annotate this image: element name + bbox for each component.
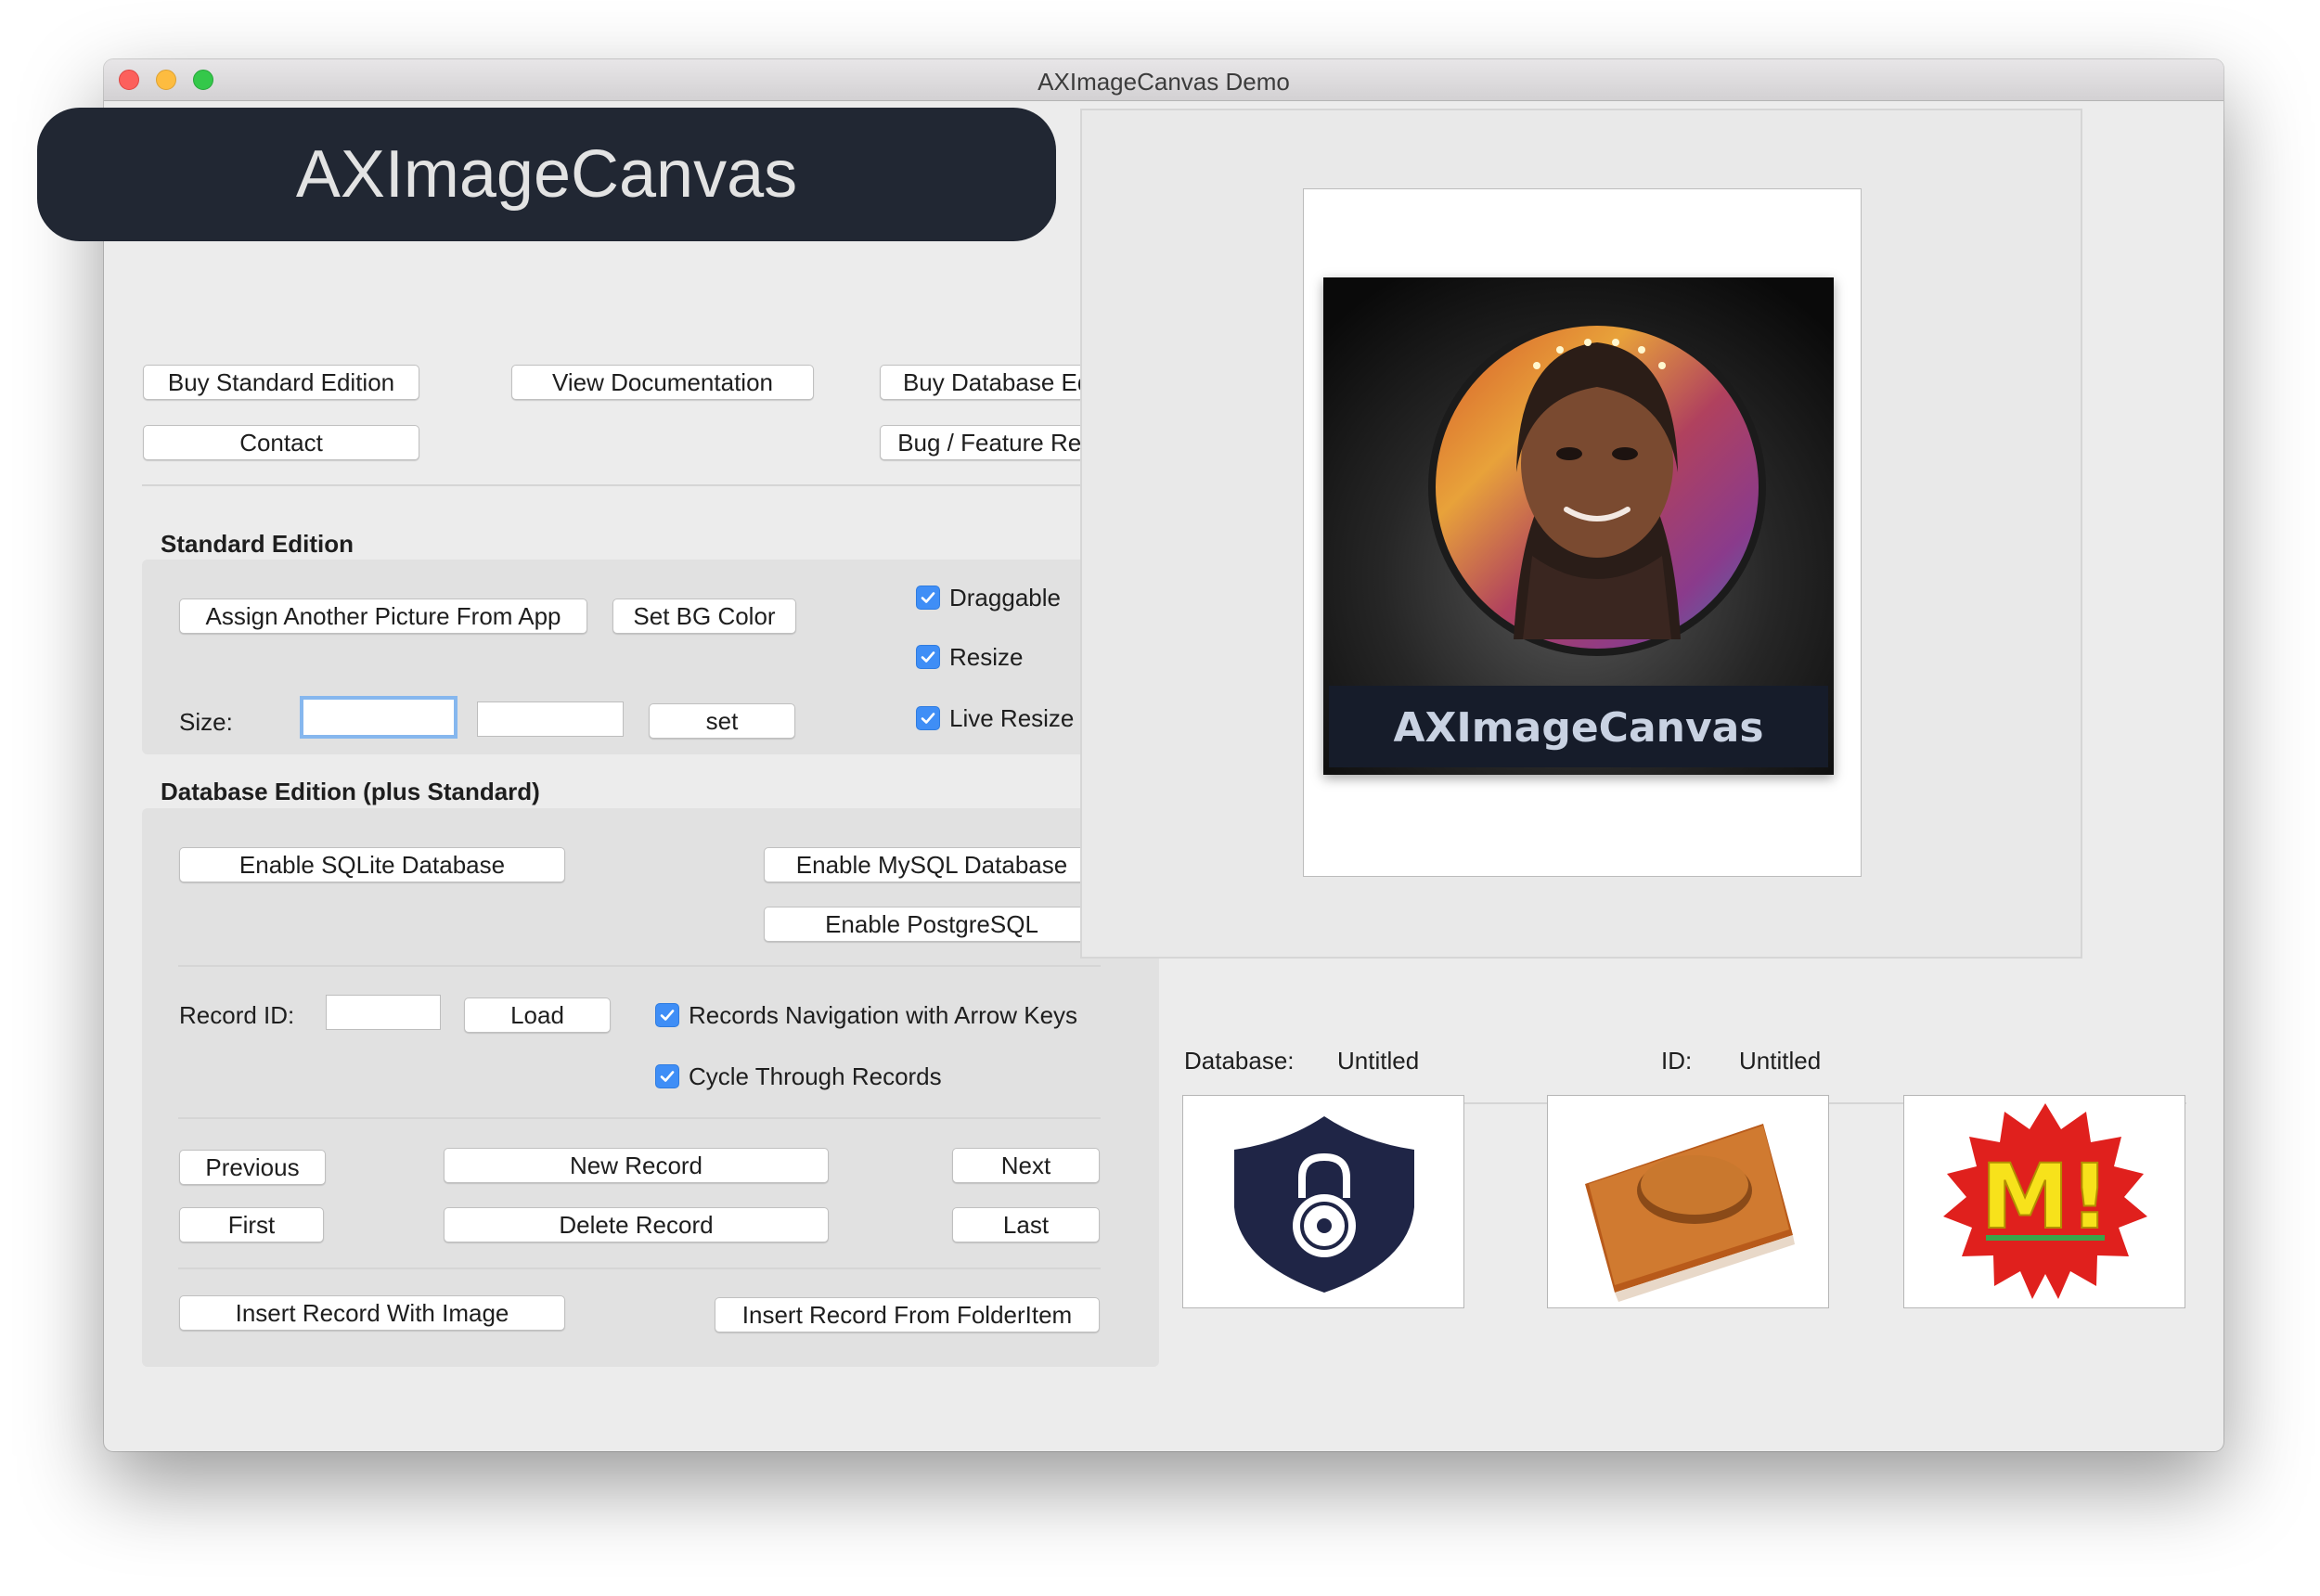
security-lock-icon (1234, 1116, 1414, 1293)
window-title: AXImageCanvas Demo (1038, 68, 1290, 96)
button-tile-icon (1585, 1124, 1795, 1302)
separator (178, 1117, 1101, 1119)
load-button[interactable]: Load (464, 998, 611, 1033)
record-id-input[interactable] (326, 995, 441, 1030)
view-documentation-button[interactable]: View Documentation (511, 365, 814, 400)
checkmark-icon (655, 1064, 679, 1088)
thumbnail-1[interactable] (1182, 1095, 1464, 1308)
draggable-checkbox[interactable]: Draggable (916, 583, 1061, 612)
badge-text: M! (1980, 1145, 2109, 1249)
thumbnail-3[interactable]: M! (1903, 1095, 2185, 1308)
draggable-label: Draggable (949, 583, 1061, 611)
enable-sqlite-button[interactable]: Enable SQLite Database (179, 847, 565, 882)
cycle-records-checkbox[interactable]: Cycle Through Records (655, 1062, 942, 1091)
first-button[interactable]: First (179, 1207, 324, 1242)
checkmark-icon (916, 586, 940, 610)
buy-standard-edition-button[interactable]: Buy Standard Edition (143, 365, 419, 400)
id-label: ID: (1661, 1047, 1693, 1075)
live-resize-label: Live Resize (949, 703, 1075, 732)
set-bg-color-button[interactable]: Set BG Color (612, 598, 796, 634)
width-input[interactable] (303, 700, 454, 735)
next-button[interactable]: Next (952, 1148, 1100, 1183)
starburst-badge-icon: M! (1943, 1103, 2147, 1299)
title-bar[interactable]: AXImageCanvas Demo (104, 59, 2223, 101)
photo-caption-text: AXImageCanvas (1393, 704, 1763, 752)
insert-record-with-image-button[interactable]: Insert Record With Image (179, 1295, 565, 1331)
database-edition-title: Database Edition (plus Standard) (161, 778, 540, 805)
standard-edition-title: Standard Edition (161, 530, 354, 558)
live-resize-checkbox[interactable]: Live Resize (916, 703, 1074, 733)
separator (142, 484, 1159, 486)
new-record-button[interactable]: New Record (444, 1148, 829, 1183)
arrow-navigation-label: Records Navigation with Arrow Keys (689, 1000, 1078, 1029)
thumbnail-2[interactable] (1547, 1095, 1829, 1308)
app-banner: AXImageCanvas (37, 108, 1056, 241)
checkmark-icon (655, 1003, 679, 1027)
database-label: Database: (1184, 1047, 1295, 1075)
size-label: Size: (179, 708, 233, 736)
checkmark-icon (916, 706, 940, 730)
arrow-navigation-checkbox[interactable]: Records Navigation with Arrow Keys (655, 1000, 1077, 1030)
set-size-button[interactable]: set (649, 703, 795, 739)
separator (178, 965, 1101, 967)
height-input[interactable] (477, 701, 624, 737)
assign-picture-button[interactable]: Assign Another Picture From App (179, 598, 587, 634)
checkmark-icon (916, 645, 940, 669)
delete-record-button[interactable]: Delete Record (444, 1207, 829, 1242)
insert-record-from-folderitem-button[interactable]: Insert Record From FolderItem (715, 1297, 1100, 1332)
cycle-records-label: Cycle Through Records (689, 1062, 942, 1090)
resize-checkbox[interactable]: Resize (916, 642, 1023, 672)
contact-button[interactable]: Contact (143, 425, 419, 460)
id-value: Untitled (1739, 1047, 1822, 1075)
resize-label: Resize (949, 642, 1024, 671)
database-value: Untitled (1337, 1047, 1420, 1075)
enable-postgresql-button[interactable]: Enable PostgreSQL (764, 907, 1100, 942)
previous-button[interactable]: Previous (179, 1150, 326, 1185)
last-button[interactable]: Last (952, 1207, 1100, 1242)
database-edition-group (142, 808, 1159, 1367)
enable-mysql-button[interactable]: Enable MySQL Database (764, 847, 1100, 882)
separator (178, 1268, 1101, 1269)
record-id-label: Record ID: (179, 1001, 295, 1029)
profile-photo: AXImageCanvas (1323, 277, 1834, 775)
